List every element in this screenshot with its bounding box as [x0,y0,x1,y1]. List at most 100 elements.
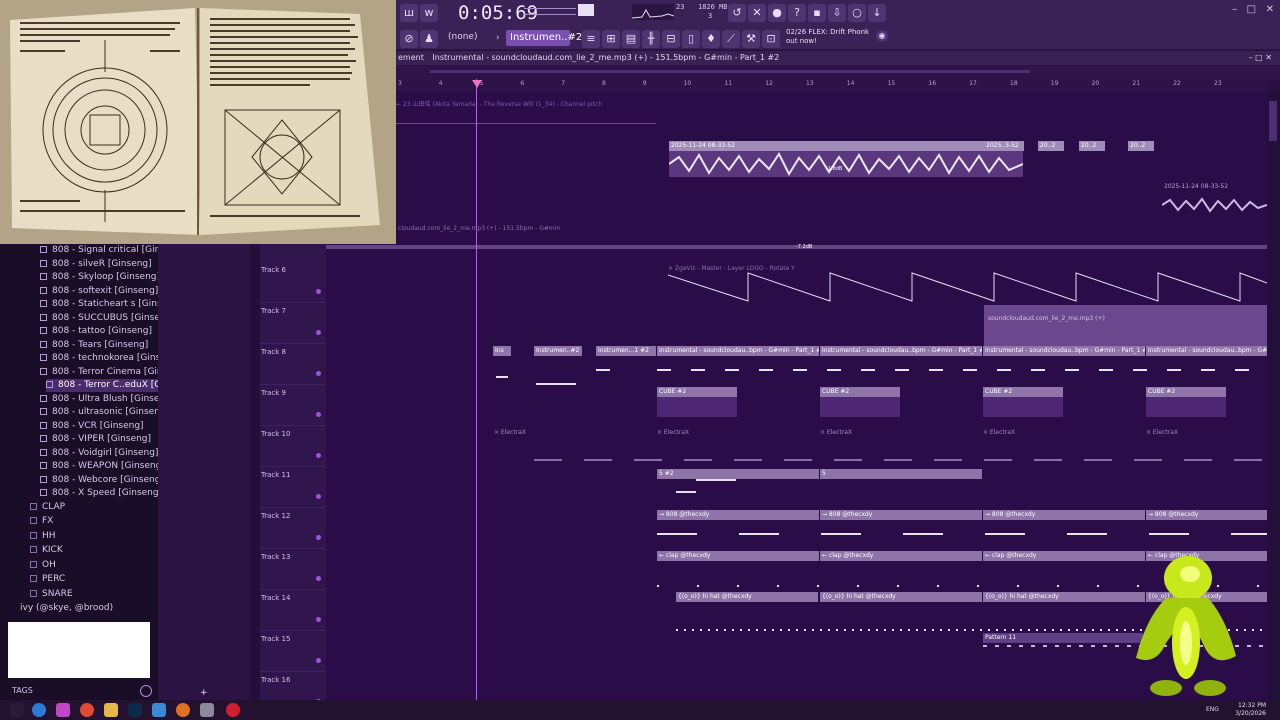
track-enable-led[interactable] [316,494,321,499]
piano-roll-icon[interactable]: ⊞ [602,30,620,48]
language-indicator[interactable]: ENG [1206,706,1219,713]
browser-search-icon[interactable] [140,685,152,697]
soundcloud-clip[interactable]: soundcloudaud.com_lie_2_me.mp3 (+) [984,305,1267,347]
app-icon-1[interactable] [56,703,70,717]
browser-item[interactable]: 808 - Ultra Blush [Ginseng] [40,393,174,406]
fl-menu-icon[interactable]: ш [400,4,418,22]
browser-folder[interactable]: PERC [30,573,65,586]
browser-item[interactable]: 808 - Tears [Ginseng] [40,339,148,352]
track-enable-led[interactable] [316,535,321,540]
track-enable-led[interactable] [316,658,321,663]
browser-folder[interactable]: HH [30,530,56,543]
browser-item[interactable]: 808 - VIPER [Ginseng] [40,433,151,446]
hat-clip-3[interactable]: {(o_o)} hi hat @thecxdy [983,592,1145,602]
clap-clip-2[interactable]: ← clap @thecxdy [820,551,982,561]
playlist-scrollbar[interactable] [396,65,1280,79]
browser-item[interactable]: 808 - softexit [Ginseng] [40,285,158,298]
mixer-icon[interactable]: ╫ [642,30,660,48]
instr-clip-d2[interactable]: Instrumental - soundcloudau..bpm - G#min… [820,346,982,356]
audio-clip-3a[interactable]: 20..2 [1038,141,1064,151]
playlist-window-controls[interactable]: – □ ✕ [1249,51,1272,65]
app-icon-3[interactable] [200,703,214,717]
wave-icon[interactable]: w [420,4,438,22]
track-enable-led[interactable] [316,412,321,417]
browser-root-folder[interactable]: ivy (@skye, @brood) [20,602,113,615]
snap-preset[interactable]: (none) [448,32,477,42]
track-header[interactable]: Track 9 [260,385,326,426]
playhead-line[interactable] [476,79,477,700]
link-icon[interactable]: ⊘ [400,30,418,48]
browser-folder[interactable]: KICK [30,544,63,557]
browser-tags-label[interactable]: TAGS [12,686,33,695]
track-header[interactable]: Track 15 [260,631,326,672]
electra-clip-1[interactable]: × ElectraX [494,429,526,436]
explorer-icon[interactable] [104,703,118,717]
vertical-scrollbar[interactable] [1267,91,1280,700]
browser-item[interactable]: 808 - Skyloop [Ginseng] [40,271,160,284]
tempo-icon[interactable]: ⟋ [722,30,740,48]
cube-clip-3[interactable]: CUBE #2 [983,387,1063,397]
instr-clip-d3[interactable]: Instrumental - soundcloudau..bpm - G#min… [983,346,1145,356]
channel-rack-icon[interactable]: ▤ [622,30,640,48]
browser-item[interactable]: 808 - X Speed [Ginseng] [40,487,162,500]
chat-icon[interactable]: ○ [848,4,866,22]
pattern-prev-icon[interactable]: › [496,33,500,43]
timeline-ruler[interactable]: 3 4 5 6 7 8 9 10 11 12 13 14 15 16 17 18 19 20 21 22 23 [396,79,1267,91]
app-icon-4[interactable] [226,703,240,717]
browser-item[interactable]: 808 - WEAPON [Ginseng] [40,460,165,473]
kick-clip-4[interactable]: → 808 @thecxdy [1146,510,1267,520]
pattern-selector[interactable]: Instrumen..#2 [506,30,582,46]
track-enable-led[interactable] [316,453,321,458]
plugin-icon[interactable]: ♦ [702,30,720,48]
playhead-marker-icon[interactable] [472,80,482,88]
cube-clip-2[interactable]: CUBE #2 [820,387,900,397]
minimize-icon[interactable]: – [1232,4,1237,15]
audio-clip-2[interactable]: 2025..3-52 [984,141,1024,151]
clap-clip-3[interactable]: ← clap @thecxdy [983,551,1145,561]
electra-clip-4[interactable]: × ElectraX [983,429,1015,436]
browser-folder[interactable]: OH [30,559,56,572]
chrome-icon[interactable] [80,703,94,717]
browser-item[interactable]: 808 - silveR [Ginseng] [40,258,152,271]
stamp-icon[interactable]: ♟ [420,30,438,48]
start-icon[interactable] [10,703,24,717]
globe-icon[interactable]: ◉ [876,30,888,42]
track-enable-led[interactable] [316,330,321,335]
audio-clip-3c[interactable]: 20..2 [1128,141,1154,151]
audio-clip-3b[interactable]: 20..2 [1079,141,1105,151]
audio-clip-1[interactable]: 2025-11-24 08-33-52 [669,141,1023,151]
cube-clip-4[interactable]: CUBE #2 [1146,387,1226,397]
electra-clip-2[interactable]: × ElectraX [657,429,689,436]
browser-folder[interactable]: SNARE [30,588,73,601]
browser-item[interactable]: 808 - Voidgirl [Ginseng] [40,447,158,460]
hat-clip-2[interactable]: {(o_o)} hi hat @thecxdy [820,592,982,602]
kick-clip-1[interactable]: → 808 @thecxdy [657,510,819,520]
instr-clip-d4[interactable]: Instrumental - soundcloudau..bpm - G#min… [1146,346,1267,356]
export-icon[interactable]: ↓ [868,4,886,22]
cube-clip-1[interactable]: CUBE #2 [657,387,737,397]
instr-clip-c[interactable]: Instrumen...1 #2 [596,346,656,356]
wrench-icon[interactable]: ⚒ [742,30,760,48]
master-volume-slider[interactable] [524,8,576,15]
browser-folder[interactable]: FX [30,515,53,528]
instr-clip-a[interactable]: Ins [493,346,511,356]
master-pitch-knob[interactable] [578,4,594,16]
five-clip-1[interactable]: 5 #2 [657,469,819,479]
cart-icon[interactable]: ⊡ [762,30,780,48]
playlist-icon[interactable]: ≡ [582,30,600,48]
track-header[interactable]: Track 11 [260,467,326,508]
track-header[interactable]: Track 14 [260,590,326,631]
system-clock[interactable]: 12:32 PM 3/20/2026 [1235,702,1266,718]
track-header[interactable]: Track 6 [260,262,326,303]
track-enable-led[interactable] [316,371,321,376]
track-header[interactable]: Track 7 [260,303,326,344]
track-enable-led[interactable] [316,576,321,581]
hat-clip-1[interactable]: {(o_o)} hi hat @thecxdy [676,592,818,602]
pattern-clip[interactable]: Pattern 11 [983,633,1143,643]
instr-clip-b[interactable]: Instrumen..#2 [534,346,582,356]
browser-item[interactable]: 808 - Webcore [Ginseng] [40,474,164,487]
browser-icon[interactable]: ⊟ [662,30,680,48]
electra-clip-3[interactable]: × ElectraX [820,429,852,436]
five-clip-2[interactable]: 5 [820,469,982,479]
close-icon[interactable]: ✕ [1266,4,1274,15]
